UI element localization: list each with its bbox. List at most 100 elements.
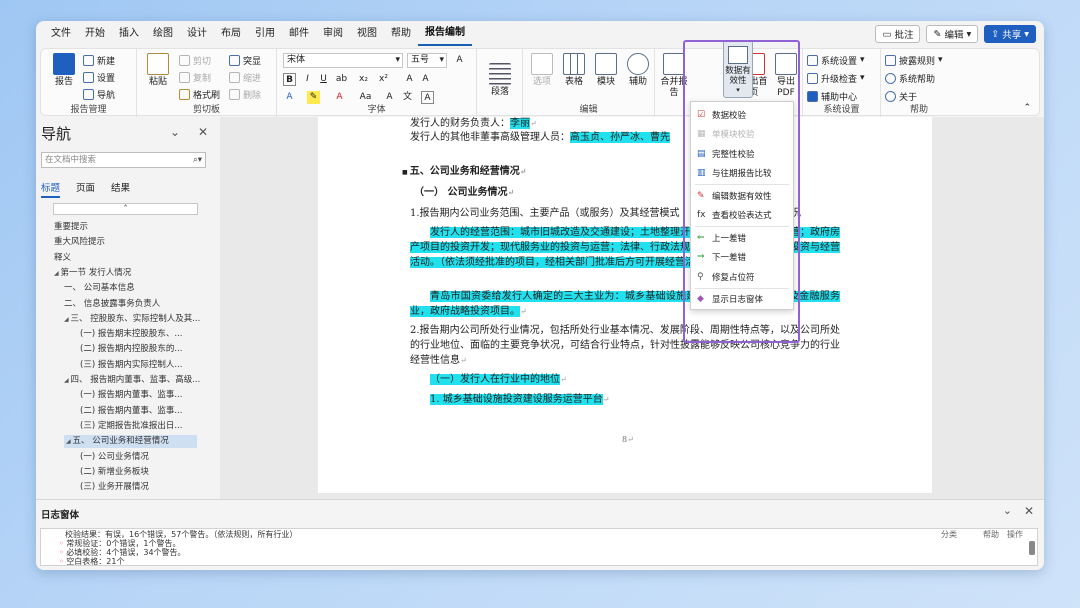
cut-button[interactable]: 剪切 xyxy=(179,53,211,67)
dropdown-item[interactable]: ▥ 与往期报告比较 xyxy=(691,164,793,183)
group-system: 系统设置 ▾ 升级检查 ▾ 辅助中心 系统设置 xyxy=(803,49,881,117)
font-name-select[interactable]: 宋体 ▾ xyxy=(283,53,403,68)
strikethrough-icon[interactable]: ab xyxy=(335,73,348,86)
edit-mode-button[interactable]: ✎ 编辑 ▾ xyxy=(926,25,979,43)
merge-report-button[interactable]: 合并报告 xyxy=(659,53,689,99)
nav-tab-2[interactable]: 结果 xyxy=(111,180,130,198)
ribbon: 报告 新建 设置 导航 报告管理 粘贴 剪切 复制 格式刷 突显 缩进 删除 剪… xyxy=(40,48,1040,117)
font-size-select[interactable]: 五号 ▾ xyxy=(407,53,447,68)
system-settings-button[interactable]: 系统设置 ▾ xyxy=(807,53,865,67)
dropdown-item[interactable]: fx 查看校验表达式 xyxy=(691,206,793,225)
nav-tree-item-label: (一) 报告期内董事、监事... xyxy=(80,390,183,401)
nav-tree-item[interactable]: 重要提示 xyxy=(54,221,88,234)
menu-item-2[interactable]: 插入 xyxy=(112,21,146,47)
nav-tree-item[interactable]: (二) 报告期内董事、监事... xyxy=(80,405,182,418)
dropdown-item[interactable]: ⚲ 修复占位符 xyxy=(691,267,793,286)
report-button[interactable]: 报告 xyxy=(49,53,79,88)
shrink-font-icon[interactable]: A xyxy=(419,73,432,86)
nav-tree-item[interactable]: 一、 公司基本信息 xyxy=(64,282,135,295)
help-center-toggle[interactable]: 辅助中心 xyxy=(807,89,857,103)
nav-tree-item[interactable]: ◢ 三、 控股股东、实际控制人及其... xyxy=(64,313,200,326)
dropdown-item[interactable]: ◆ 显示日志窗体 xyxy=(691,290,793,309)
nav-tree-item[interactable]: 二、 信息披露事务负责人 xyxy=(64,298,160,311)
nav-tree-item[interactable]: 重大风险提示 xyxy=(54,236,105,249)
data-validity-button[interactable]: 数据有效性 ▾ xyxy=(723,40,753,98)
dropdown-item[interactable]: ▦ 单模块校验 xyxy=(691,125,793,144)
module-button[interactable]: 模块 xyxy=(591,53,621,88)
log-line: ◦ 常规验证：0个错误，1个警告。 xyxy=(59,539,181,548)
comment-button[interactable]: ▭ 批注 xyxy=(875,25,921,43)
menu-item-11[interactable]: 报告编制 xyxy=(418,22,472,46)
dropdown-item[interactable]: ⇐ 上一差错 xyxy=(691,228,793,247)
dropdown-item[interactable]: ☑ 数据校验 xyxy=(691,105,793,124)
paste-button[interactable]: 粘贴 xyxy=(143,53,173,88)
share-button[interactable]: ⇪ 共享 ▾ xyxy=(984,25,1036,43)
clear-format-icon[interactable]: A xyxy=(453,54,466,67)
upgrade-check-button[interactable]: 升级检查 ▾ xyxy=(807,71,865,85)
navigate-button[interactable]: 导航 xyxy=(83,87,115,101)
menu-item-6[interactable]: 引用 xyxy=(248,21,282,47)
highlight-button[interactable]: 突显 xyxy=(229,53,261,67)
nav-tab-0[interactable]: 标题 xyxy=(41,180,61,198)
document-page[interactable]: 发行人的财务负责人：李丽↵ 发行人的其他非董事高级管理人员：高玉贞、孙严冰、曹先… xyxy=(318,117,932,493)
nav-tree-item[interactable]: (一) 公司业务情况 xyxy=(80,451,149,464)
copy-button[interactable]: 复制 xyxy=(179,70,211,84)
underline-icon[interactable]: U xyxy=(317,73,330,86)
dropdown-item[interactable]: ✎ 编辑数据有效性 xyxy=(691,186,793,205)
export-pdf-button[interactable]: 导出PDF xyxy=(771,53,801,99)
italic-icon[interactable]: I xyxy=(301,73,314,86)
subscript-icon[interactable]: x₂ xyxy=(357,73,370,86)
paragraph-button[interactable]: 段落 xyxy=(485,63,515,98)
nav-tree-item[interactable]: (三) 定期报告批准报出日... xyxy=(80,420,182,433)
about-button[interactable]: 关于 xyxy=(885,89,917,103)
assist-button[interactable]: 辅助 xyxy=(623,53,653,88)
format-painter-button[interactable]: 格式刷 xyxy=(179,87,220,101)
dropdown-item[interactable]: ⇒ 下一差错 xyxy=(691,248,793,267)
nav-options-icon[interactable]: ⌄ xyxy=(170,125,180,139)
table-button[interactable]: 表格 xyxy=(559,53,589,88)
delete-button[interactable]: 删除 xyxy=(229,87,261,101)
assist-icon xyxy=(627,53,649,75)
grow-font-icon[interactable]: A xyxy=(403,73,416,86)
dropdown-item[interactable]: ▤ 完整性校验 xyxy=(691,144,793,163)
disclosure-rules-button[interactable]: 披露规则 ▾ xyxy=(885,53,943,67)
bold-icon[interactable]: B xyxy=(283,73,296,86)
tree-collapse-button[interactable]: ˄ xyxy=(53,203,198,215)
close-icon[interactable]: ✕ xyxy=(198,125,208,139)
nav-tree-item[interactable]: (二) 报告期内控股股东的... xyxy=(80,343,182,356)
new-button[interactable]: 新建 xyxy=(83,53,115,67)
close-icon[interactable]: ✕ xyxy=(1024,504,1034,518)
menu-item-7[interactable]: 邮件 xyxy=(282,21,316,47)
menu-item-0[interactable]: 文件 xyxy=(44,21,78,47)
select-button[interactable]: 选项 xyxy=(527,53,557,88)
menu-item-5[interactable]: 布局 xyxy=(214,21,248,47)
menu-item-3[interactable]: 绘图 xyxy=(146,21,180,47)
log-scrollbar[interactable] xyxy=(1029,541,1035,555)
indent-button[interactable]: 缩进 xyxy=(229,70,261,84)
nav-tree-item[interactable]: ◢ 五、 公司业务和经营情况 xyxy=(64,435,197,449)
nav-tree-item-label: 三、 控股股东、实际控制人及其... xyxy=(70,313,201,324)
nav-tree-item[interactable]: (三) 报告期内实际控制人... xyxy=(80,359,182,372)
settings-button[interactable]: 设置 xyxy=(83,70,115,84)
nav-tree-item[interactable]: ◢ 四、 报告期内董事、监事、高级... xyxy=(64,374,200,387)
nav-tree-item[interactable]: (一) 报告期内董事、监事... xyxy=(80,389,182,402)
menu-item-1[interactable]: 开始 xyxy=(78,21,112,47)
nav-search-input[interactable]: 在文档中搜索 ⌕▾ xyxy=(41,152,206,168)
menu-item-8[interactable]: 审阅 xyxy=(316,21,350,47)
chevron-down-icon[interactable]: ⌄ xyxy=(1003,504,1012,517)
log-content[interactable]: 分类 帮助 操作 校验结果：有误，16个错误，57个警告。（依法规则，所有行业）… xyxy=(40,528,1038,566)
nav-tree-item[interactable]: 释义 xyxy=(54,252,71,265)
menu-item-9[interactable]: 视图 xyxy=(350,21,384,47)
system-help-button[interactable]: 系统帮助 xyxy=(885,71,935,85)
fix-placeholder-icon: ⚲ xyxy=(697,271,704,282)
nav-tree-item[interactable]: ◢ 第一节 发行人情况 xyxy=(54,267,131,280)
nav-tab-1[interactable]: 页面 xyxy=(76,180,95,198)
superscript-icon[interactable]: x² xyxy=(377,73,390,86)
nav-tree-item[interactable]: (一) 报告期末控股股东、... xyxy=(80,328,182,341)
menu-item-10[interactable]: 帮助 xyxy=(384,21,418,47)
dropdown-separator xyxy=(695,226,789,227)
collapse-ribbon-icon[interactable]: ⌃ xyxy=(1023,103,1031,113)
menu-item-4[interactable]: 设计 xyxy=(180,21,214,47)
nav-tree-item[interactable]: (二) 新增业务板块 xyxy=(80,466,149,479)
nav-tree-item[interactable]: (三) 业务开展情况 xyxy=(80,481,149,494)
